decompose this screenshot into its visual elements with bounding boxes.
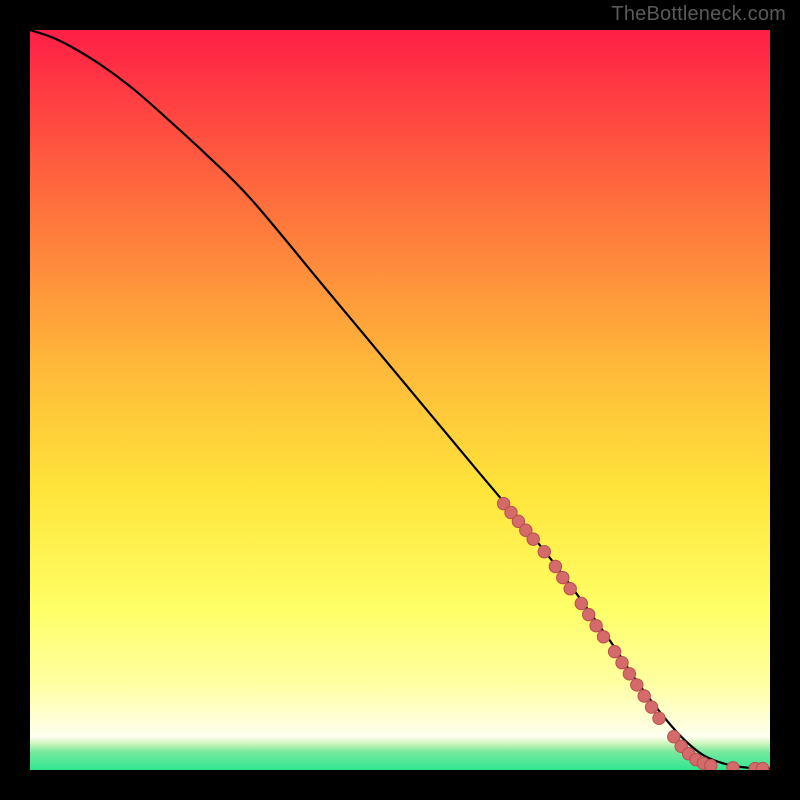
- data-marker: [549, 560, 561, 572]
- data-marker: [564, 583, 576, 595]
- data-marker: [557, 571, 569, 583]
- data-marker: [527, 533, 539, 545]
- data-marker: [638, 690, 650, 702]
- attribution-text: TheBottleneck.com: [611, 3, 786, 26]
- chart-wrapper: TheBottleneck.com: [0, 0, 800, 800]
- data-marker: [631, 679, 643, 691]
- plot-area: [30, 30, 770, 770]
- data-marker: [608, 645, 620, 657]
- data-marker: [575, 597, 587, 609]
- data-marker: [590, 620, 602, 632]
- data-marker: [727, 762, 739, 770]
- data-marker: [597, 631, 609, 643]
- chart-svg: [30, 30, 770, 770]
- data-marker: [645, 701, 657, 713]
- data-marker: [583, 608, 595, 620]
- data-marker: [623, 668, 635, 680]
- gradient-background: [30, 30, 770, 770]
- data-marker: [616, 657, 628, 669]
- data-marker: [756, 762, 768, 770]
- data-marker: [653, 712, 665, 724]
- data-marker: [705, 759, 717, 770]
- data-marker: [538, 546, 550, 558]
